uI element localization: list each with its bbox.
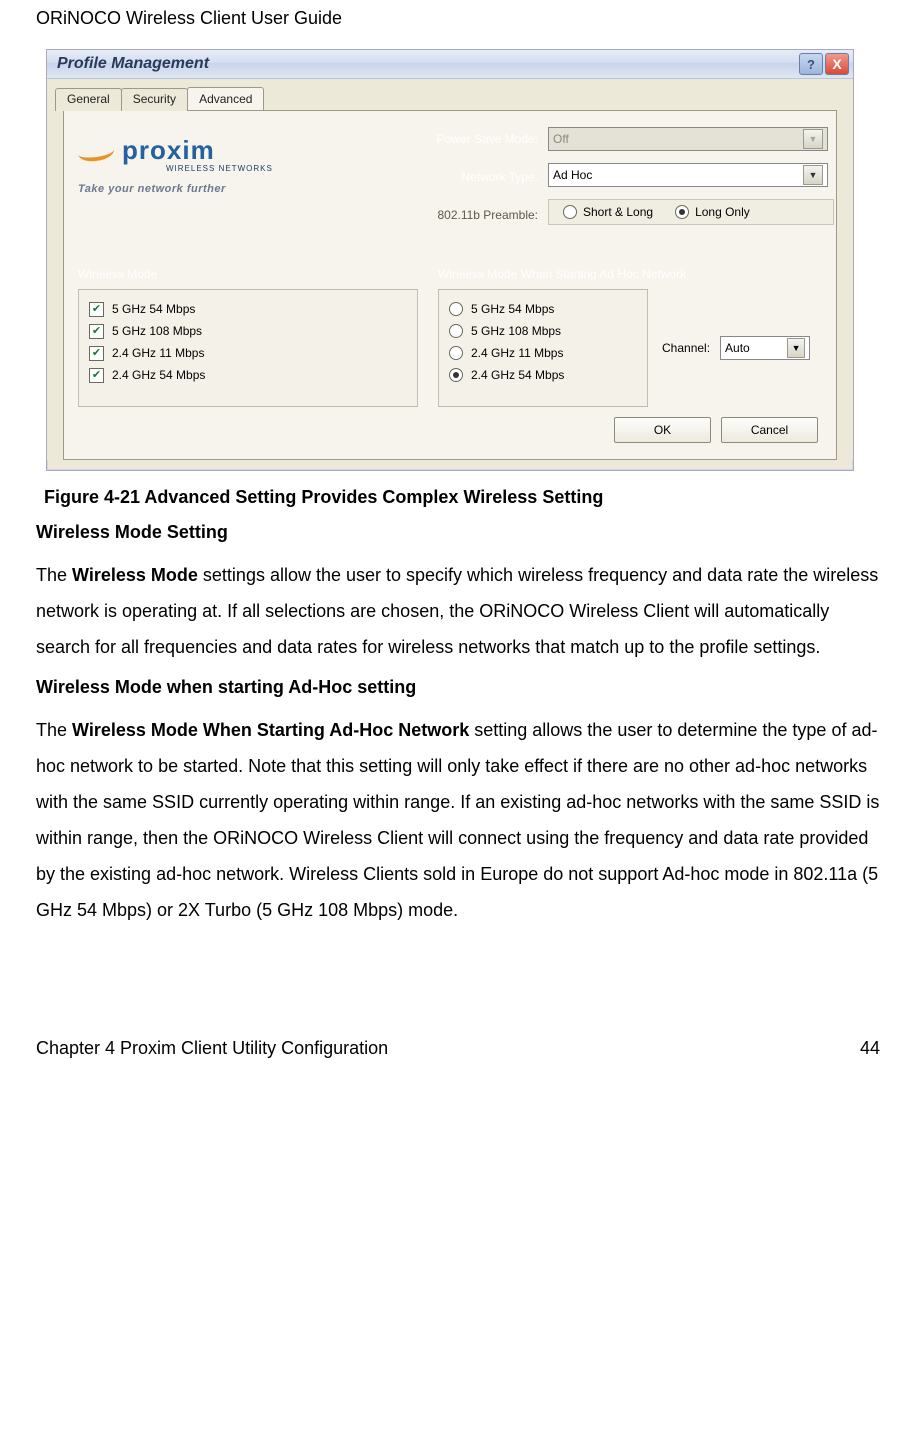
- radio-icon: [449, 368, 463, 382]
- network-type-label: Network Type:: [368, 167, 538, 187]
- radio-icon: [675, 205, 689, 219]
- network-type-select[interactable]: Ad Hoc ▼: [548, 163, 828, 187]
- adhoc-radio-24ghz11[interactable]: 2.4 GHz 11 Mbps: [449, 342, 637, 364]
- radio-icon: [449, 346, 463, 360]
- network-type-value: Ad Hoc: [553, 168, 592, 182]
- preamble-short-long-label: Short & Long: [583, 205, 653, 219]
- tab-advanced[interactable]: Advanced: [187, 87, 264, 110]
- radio-icon: [449, 302, 463, 316]
- wireless-mode-list: ✔5 GHz 54 Mbps ✔5 GHz 108 Mbps ✔2.4 GHz …: [78, 289, 418, 407]
- section-wireless-mode-adhoc: Wireless Mode when starting Ad-Hoc setti…: [36, 677, 880, 698]
- logo-subtext: WIRELESS NETWORKS: [166, 164, 273, 173]
- help-button[interactable]: ?: [799, 53, 823, 75]
- checkbox-icon: ✔: [89, 324, 104, 339]
- paragraph: The Wireless Mode settings allow the use…: [36, 557, 880, 665]
- footer-chapter: Chapter 4 Proxim Client Utility Configur…: [36, 1038, 388, 1059]
- proxim-logo: proxim WIRELESS NETWORKS Take your netwo…: [78, 125, 358, 195]
- channel-label: Channel:: [662, 341, 710, 355]
- channel-value: Auto: [725, 341, 750, 355]
- wireless-mode-header: Wireless Mode: [78, 267, 418, 281]
- chevron-down-icon[interactable]: ▼: [787, 338, 805, 358]
- checkbox-icon: ✔: [89, 368, 104, 383]
- chevron-down-icon: ▼: [803, 129, 823, 149]
- preamble-long-only[interactable]: Long Only: [675, 205, 750, 219]
- logo-brand: proxim: [122, 135, 273, 166]
- wireless-mode-adhoc-header: Wireless Mode When Starting Ad Hoc Netwo…: [438, 267, 822, 281]
- preamble-radio-group: Short & Long Long Only: [548, 199, 834, 225]
- close-button[interactable]: X: [825, 53, 849, 75]
- preamble-short-long[interactable]: Short & Long: [563, 205, 653, 219]
- tab-security[interactable]: Security: [121, 88, 188, 111]
- tab-general[interactable]: General: [55, 88, 122, 111]
- logo-tagline: Take your network further: [78, 183, 226, 195]
- power-save-value: Off: [553, 132, 569, 146]
- wireless-mode-adhoc-list: 5 GHz 54 Mbps 5 GHz 108 Mbps 2.4 GHz 11 …: [438, 289, 648, 407]
- wm-check-24ghz11[interactable]: ✔2.4 GHz 11 Mbps: [89, 342, 407, 364]
- dialog-title: Profile Management: [57, 55, 209, 73]
- wm-check-5ghz54[interactable]: ✔5 GHz 54 Mbps: [89, 298, 407, 320]
- adhoc-radio-5ghz108[interactable]: 5 GHz 108 Mbps: [449, 320, 637, 342]
- cancel-button[interactable]: Cancel: [721, 417, 818, 443]
- radio-icon: [449, 324, 463, 338]
- tab-panel-advanced: proxim WIRELESS NETWORKS Take your netwo…: [63, 110, 837, 460]
- titlebar: Profile Management ? X: [47, 50, 853, 79]
- figure-caption: Figure 4-21 Advanced Setting Provides Co…: [44, 487, 880, 508]
- help-icon: ?: [807, 57, 815, 72]
- wm-check-5ghz108[interactable]: ✔5 GHz 108 Mbps: [89, 320, 407, 342]
- document-header: ORiNOCO Wireless Client User Guide: [36, 8, 880, 29]
- profile-management-dialog: Profile Management ? X General Security …: [46, 49, 854, 471]
- checkbox-icon: ✔: [89, 346, 104, 361]
- wm-check-24ghz54[interactable]: ✔2.4 GHz 54 Mbps: [89, 364, 407, 386]
- power-save-select: Off ▼: [548, 127, 828, 151]
- swoosh-icon: [78, 139, 114, 169]
- adhoc-radio-24ghz54[interactable]: 2.4 GHz 54 Mbps: [449, 364, 637, 386]
- footer-page-number: 44: [860, 1038, 880, 1059]
- section-wireless-mode-setting: Wireless Mode Setting: [36, 522, 880, 543]
- radio-icon: [563, 205, 577, 219]
- close-icon: X: [832, 57, 841, 71]
- adhoc-radio-5ghz54[interactable]: 5 GHz 54 Mbps: [449, 298, 637, 320]
- ok-button[interactable]: OK: [614, 417, 711, 443]
- preamble-label: 802.11b Preamble:: [368, 205, 538, 225]
- channel-select[interactable]: Auto ▼: [720, 336, 810, 360]
- preamble-long-only-label: Long Only: [695, 205, 750, 219]
- chevron-down-icon[interactable]: ▼: [803, 165, 823, 185]
- checkbox-icon: ✔: [89, 302, 104, 317]
- power-save-label: Power Save Mode:: [368, 129, 538, 149]
- paragraph: The Wireless Mode When Starting Ad-Hoc N…: [36, 712, 880, 928]
